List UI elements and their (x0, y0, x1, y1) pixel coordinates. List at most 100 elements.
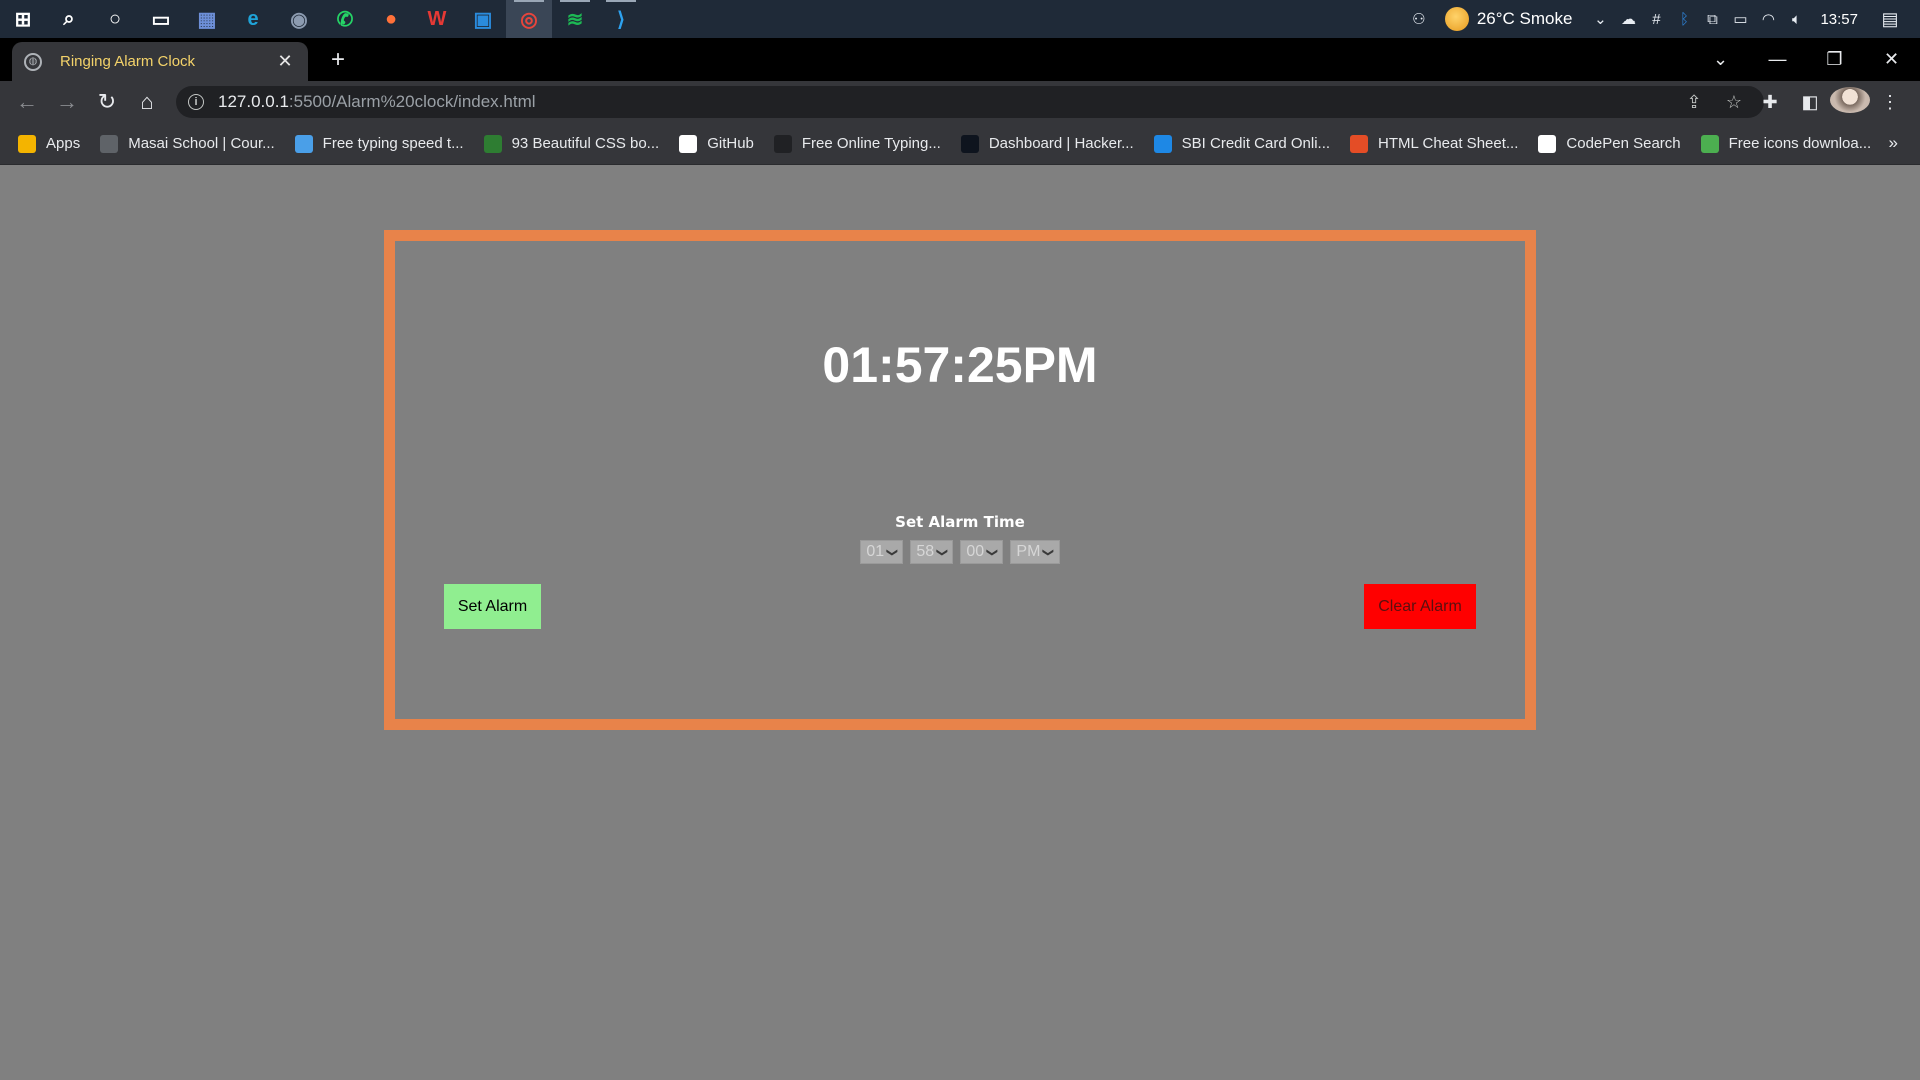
bookmark-item[interactable]: 93 Beautiful CSS bo... (483, 134, 659, 153)
bookmark-item[interactable]: GitHub (679, 134, 754, 153)
browser-toolbar: ← → ↻ ⌂ i 127.0.0.1:5500/Alarm%20clock/i… (0, 81, 1920, 123)
firefox-icon: ● (384, 7, 398, 30)
second-select[interactable]: 00 ❯ (960, 540, 1004, 564)
bookmark-item[interactable]: Apps (18, 134, 81, 153)
bookmark-item[interactable]: Free icons downloa... (1700, 134, 1872, 153)
onedrive-icon[interactable]: ☁ (1614, 10, 1642, 28)
bookmark-label: Free icons downloa... (1728, 135, 1872, 152)
site-info-icon[interactable]: i (188, 94, 204, 110)
tab-ringing-alarm-clock[interactable]: ◍ Ringing Alarm Clock ✕ (12, 42, 308, 81)
html-icon (1350, 134, 1369, 153)
spotify-icon: ≋ (566, 8, 584, 31)
bookmark-label: Masai School | Cour... (128, 135, 275, 152)
hour-select[interactable]: 01 ❯ (860, 540, 904, 564)
flaticon-icon (1700, 134, 1719, 153)
taskbar-calculator[interactable]: ▦ (184, 0, 230, 38)
taskbar-vscode[interactable]: ⟩ (598, 0, 644, 38)
menu-icon[interactable]: ⋮ (1870, 92, 1910, 113)
battery-icon[interactable]: ▭ (1726, 10, 1754, 28)
taskbar-clock[interactable]: 13:57 (1820, 11, 1858, 28)
taskbar-apps: ⊞ ⌕ ○ ▭ ▦ e ◉ ✆ ● W ▣ ◎ ≋ ⟩ (0, 0, 644, 38)
back-button[interactable]: ← (7, 85, 47, 119)
typing-icon (294, 134, 313, 153)
bookmark-label: Free typing speed t... (322, 135, 464, 152)
notifications-icon[interactable]: ▤ (1876, 9, 1904, 30)
calculator-icon: ▦ (197, 8, 217, 31)
taskbar-camera[interactable]: ◉ (276, 0, 322, 38)
bookmark-item[interactable]: Free Online Typing... (773, 134, 941, 153)
slack-icon[interactable]: # (1642, 11, 1670, 28)
set-alarm-label: Set Alarm Time (895, 513, 1025, 531)
bookmark-item[interactable]: Free typing speed t... (294, 134, 464, 153)
alarm-time-selects: 01 ❯ 58 ❯ 00 ❯ PM ❯ (395, 540, 1525, 564)
taskbar-store[interactable]: ▣ (460, 0, 506, 38)
minute-select[interactable]: 58 ❯ (910, 540, 954, 564)
bookmarks-bar: Apps Masai School | Cour... Free typing sp… (0, 123, 1920, 165)
bookmark-item[interactable]: Masai School | Cour... (100, 134, 275, 153)
ampm-value: PM (1016, 543, 1041, 560)
device-icon[interactable]: ⧉ (1698, 11, 1726, 28)
codepen-icon (1538, 134, 1557, 153)
bookmark-item[interactable]: HTML Cheat Sheet... (1350, 134, 1518, 153)
cortana-icon: ○ (108, 7, 122, 30)
taskbar-edge[interactable]: e (230, 0, 276, 38)
window-controls: ⌄ — ❐ ✕ (1692, 38, 1920, 81)
minute-value: 58 (916, 543, 935, 560)
bookmark-item[interactable]: SBI Credit Card Onli... (1153, 134, 1331, 153)
css-icon (483, 134, 502, 153)
side-panel-icon[interactable]: ◧ (1790, 92, 1830, 113)
taskbar-whatsapp[interactable]: ✆ (322, 0, 368, 38)
set-alarm-button[interactable]: Set Alarm (444, 584, 541, 629)
profile-avatar[interactable] (1830, 86, 1870, 118)
page-viewport: 01:57:25PM Set Alarm Time 01 ❯ 58 ❯ 00 ❯ PM… (0, 165, 1920, 1080)
alarm-container: 01:57:25PM Set Alarm Time 01 ❯ 58 ❯ 00 ❯ PM… (384, 230, 1536, 730)
bookmark-item[interactable]: Dashboard | Hacker... (960, 134, 1134, 153)
home-button[interactable]: ⌂ (127, 85, 167, 119)
taskbar-cortana[interactable]: ○ (92, 0, 138, 38)
people-icon[interactable]: ⚇ (1405, 10, 1433, 28)
close-tab-icon[interactable]: ✕ (274, 51, 296, 72)
avatar (1830, 86, 1870, 113)
chevron-down-icon: ❯ (1042, 547, 1055, 557)
tab-search-icon[interactable]: ⌄ (1692, 49, 1749, 70)
url-host: 127.0.0.1 (218, 92, 289, 111)
extensions-icon[interactable]: ✚ (1750, 92, 1790, 113)
restore-icon[interactable]: ❐ (1806, 49, 1863, 70)
taskbar-search[interactable]: ⌕ (46, 0, 92, 38)
taskbar-task-view[interactable]: ▭ (138, 0, 184, 38)
close-window-icon[interactable]: ✕ (1863, 49, 1920, 70)
wifi-icon[interactable]: ◠ (1754, 10, 1782, 28)
bookmark-item[interactable]: CodePen Search (1538, 134, 1681, 153)
share-icon[interactable]: ⇪ (1674, 92, 1714, 113)
taskbar-chrome[interactable]: ◎ (506, 0, 552, 38)
bluetooth-icon[interactable]: ᛒ (1670, 11, 1698, 28)
new-tab-button[interactable]: + (324, 46, 352, 74)
toolbar-right: ✚ ◧ ⋮ (1750, 85, 1910, 119)
chrome-icon: ◎ (520, 8, 538, 31)
globe-icon (100, 134, 119, 153)
reload-button[interactable]: ↻ (87, 85, 127, 119)
system-tray: ⚇ 26°C Smoke ⌄ ☁ # ᛒ ⧉ ▭ ◠ 🔈︎ 13:57 ▤ (1405, 0, 1920, 38)
address-bar[interactable]: i 127.0.0.1:5500/Alarm%20clock/index.htm… (176, 86, 1764, 118)
forward-button[interactable]: → (47, 85, 87, 119)
bookmark-star-icon[interactable]: ☆ (1714, 92, 1754, 113)
bookmark-list: Apps Masai School | Cour... Free typing sp… (18, 134, 1891, 153)
chevron-up-icon[interactable]: ⌄ (1586, 10, 1614, 28)
weather-text[interactable]: 26°C Smoke (1477, 9, 1573, 29)
more-bookmarks-icon[interactable]: » (1889, 133, 1898, 153)
weather-icon[interactable] (1444, 7, 1469, 31)
taskbar-windows-start[interactable]: ⊞ (0, 0, 46, 38)
url-path: :5500/Alarm%20clock/index.html (288, 92, 536, 111)
chevron-down-icon: ❯ (886, 547, 899, 557)
volume-icon[interactable]: 🔈︎ (1782, 11, 1810, 28)
taskbar-spotify[interactable]: ≋ (552, 0, 598, 38)
minimize-icon[interactable]: — (1749, 49, 1806, 70)
taskbar-firefox[interactable]: ● (368, 0, 414, 38)
chevron-down-icon: ❯ (986, 547, 999, 557)
clear-alarm-button[interactable]: Clear Alarm (1364, 584, 1476, 629)
taskbar-wps[interactable]: W (414, 0, 460, 38)
whatsapp-icon: ✆ (336, 8, 354, 31)
bookmark-label: Apps (46, 135, 81, 152)
ampm-select[interactable]: PM ❯ (1010, 540, 1060, 564)
bookmark-label: SBI Credit Card Onli... (1181, 135, 1331, 152)
